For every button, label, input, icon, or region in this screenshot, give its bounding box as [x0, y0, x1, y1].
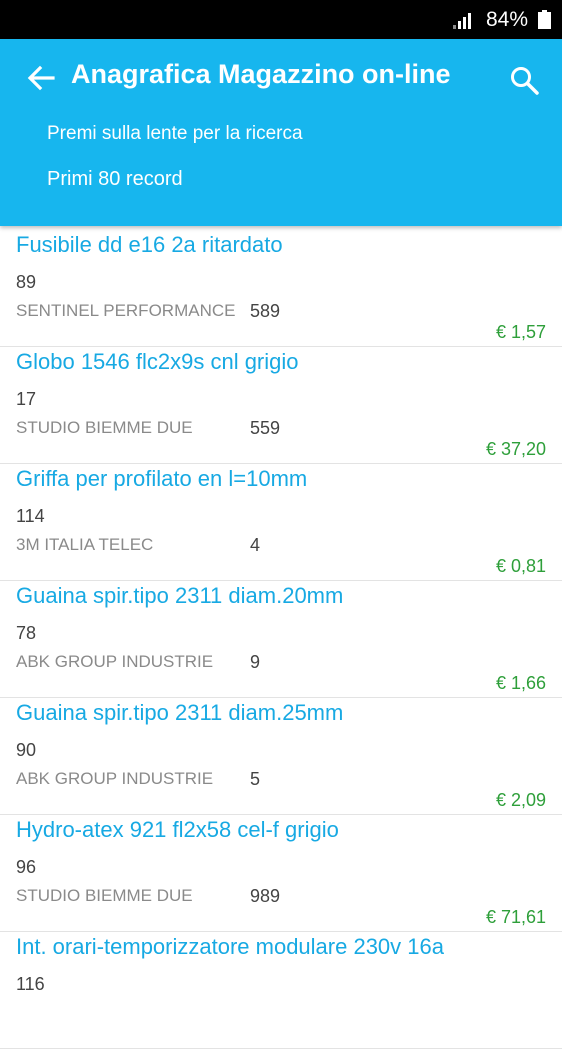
item-supplier: ABK GROUP INDUSTRIE [16, 769, 214, 788]
item-quantity: 96 [16, 857, 37, 877]
item-code: 989 [250, 886, 281, 906]
search-icon[interactable] [509, 65, 541, 97]
item-price: € 37,20 [485, 439, 546, 459]
item-quantity: 114 [16, 506, 45, 526]
status-bar: 84% [0, 0, 562, 39]
item-code: 5 [250, 769, 261, 789]
signal-icon [453, 13, 471, 29]
battery-icon [538, 10, 551, 29]
search-hint: Premi sulla lente per la ricerca [47, 123, 303, 144]
item-price: € 71,61 [485, 907, 546, 927]
item-title: Fusibile dd e16 2a ritardato [16, 232, 283, 257]
item-title: Guaina spir.tipo 2311 diam.25mm [16, 700, 344, 725]
app-bar: Anagrafica Magazzino on-line Premi sulla… [0, 39, 562, 226]
item-supplier: STUDIO BIEMME DUE [16, 418, 193, 437]
item-quantity: 78 [16, 623, 37, 643]
item-title: Griffa per profilato en l=10mm [16, 466, 308, 491]
item-price: € 1,66 [495, 673, 546, 693]
item-supplier: 3M ITALIA TELEC [16, 535, 154, 554]
list-item[interactable]: Griffa per profilato en l=10mm 114 3M IT… [0, 464, 562, 581]
list-item[interactable]: Fusibile dd e16 2a ritardato 89 SENTINEL… [0, 230, 562, 347]
item-supplier: STUDIO BIEMME DUE [16, 886, 193, 905]
item-supplier: SENTINEL PERFORMANCE [16, 301, 236, 320]
list-item[interactable]: Globo 1546 flc2x9s cnl grigio 17 STUDIO … [0, 347, 562, 464]
item-title: Hydro-atex 921 fl2x58 cel-f grigio [16, 817, 339, 842]
list-item[interactable]: Hydro-atex 921 fl2x58 cel-f grigio 96 ST… [0, 815, 562, 932]
page-title: Anagrafica Magazzino on-line [71, 59, 451, 89]
battery-percentage: 84% [486, 8, 529, 31]
item-code: 589 [250, 301, 281, 321]
item-quantity: 89 [16, 272, 37, 292]
item-code: 559 [250, 418, 281, 438]
list-item[interactable]: Guaina spir.tipo 2311 diam.25mm 90 ABK G… [0, 698, 562, 815]
item-quantity: 90 [16, 740, 37, 760]
item-quantity: 17 [16, 389, 37, 409]
item-code: 9 [250, 652, 261, 672]
item-price: € 1,57 [495, 322, 546, 342]
list-item[interactable]: Guaina spir.tipo 2311 diam.20mm 78 ABK G… [0, 581, 562, 698]
item-price: € 2,09 [495, 790, 546, 810]
back-arrow-icon[interactable] [26, 63, 56, 93]
list-item[interactable]: Int. orari-temporizzatore modulare 230v … [0, 932, 562, 1049]
item-title: Globo 1546 flc2x9s cnl grigio [16, 349, 299, 374]
item-title: Guaina spir.tipo 2311 diam.20mm [16, 583, 344, 608]
product-list: Fusibile dd e16 2a ritardato 89 SENTINEL… [0, 230, 562, 1049]
item-title: Int. orari-temporizzatore modulare 230v … [16, 934, 444, 959]
item-supplier: ABK GROUP INDUSTRIE [16, 652, 214, 671]
item-price: € 0,81 [495, 556, 546, 576]
item-quantity: 116 [16, 974, 45, 994]
record-count-label: Primi 80 record [47, 168, 183, 190]
item-code: 4 [250, 535, 261, 555]
